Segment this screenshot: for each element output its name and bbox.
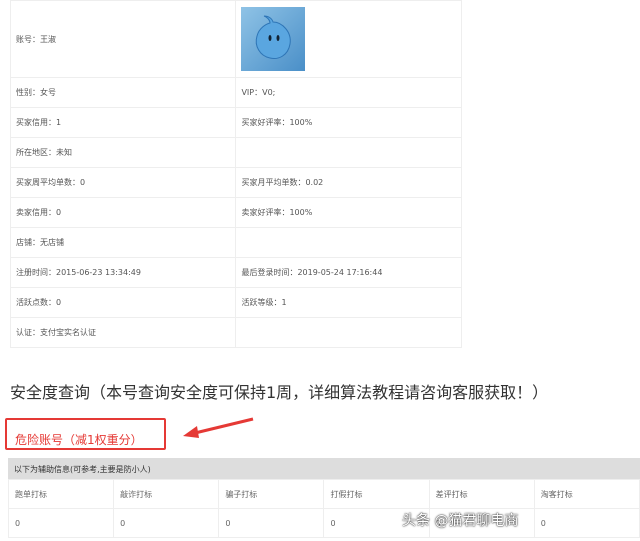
register-time: 注册时间：2015-06-23 13:34:49 [9, 257, 237, 288]
col-header: 骗子打标 [218, 479, 325, 509]
avatar-qq-icon [241, 7, 306, 71]
buyer-rating: 买家好评率：100% [235, 107, 462, 138]
safety-title: 安全度查询（本号查询安全度可保持1周，详细算法教程请咨询客服获取！） [10, 383, 549, 402]
col-header: 淘客打标 [533, 479, 640, 509]
col-header: 差评打标 [428, 479, 535, 509]
gender: 性别：女号 [9, 77, 237, 108]
shop: 店铺：无店铺 [9, 227, 237, 258]
col-value: 0 [218, 508, 325, 538]
buyer-credit: 买家信用：1 [9, 107, 237, 138]
buyer-weekly: 买家周平均单数：0 [9, 167, 237, 198]
account-name: 账号：王淑 [9, 0, 237, 78]
active-level: 活跃等级：1 [235, 287, 462, 318]
watermark: 头条 @猫君聊电商 [402, 513, 519, 529]
col-value: 0 [113, 508, 220, 538]
tag-table: 跑单打标 敲诈打标 骗子打标 打假打标 差评打标 淘客打标 0 0 0 0 0 … [7, 479, 640, 538]
last-login: 最后登录时间：2019-05-24 17:16:44 [235, 257, 462, 288]
seller-rating: 卖家好评率：100% [235, 197, 462, 228]
seller-credit: 卖家信用：0 [9, 197, 237, 228]
col-header: 跑单打标 [7, 479, 115, 509]
col-header: 打假打标 [323, 479, 430, 509]
vip: VIP：V0; [235, 77, 462, 108]
auxiliary-header: 以下为辅助信息(可参考,主要是防小人) [8, 458, 640, 479]
arrow-icon [183, 417, 254, 438]
buyer-monthly: 买家月平均单数：0.02 [235, 167, 462, 198]
col-value: 0 [7, 508, 115, 538]
active-points: 活跃点数：0 [9, 287, 237, 318]
verification: 认证：支付宝实名认证 [9, 317, 237, 348]
col-value: 0 [533, 508, 640, 538]
danger-status: 危险账号（减1权重分） [5, 418, 166, 450]
account-info-table: 账号：王淑 性别：女号 VIP：V0; 买家信用：1 买家好评率：100% 所在地区… [9, 0, 462, 348]
region: 所在地区：未知 [9, 137, 237, 168]
col-header: 敲诈打标 [113, 479, 220, 509]
